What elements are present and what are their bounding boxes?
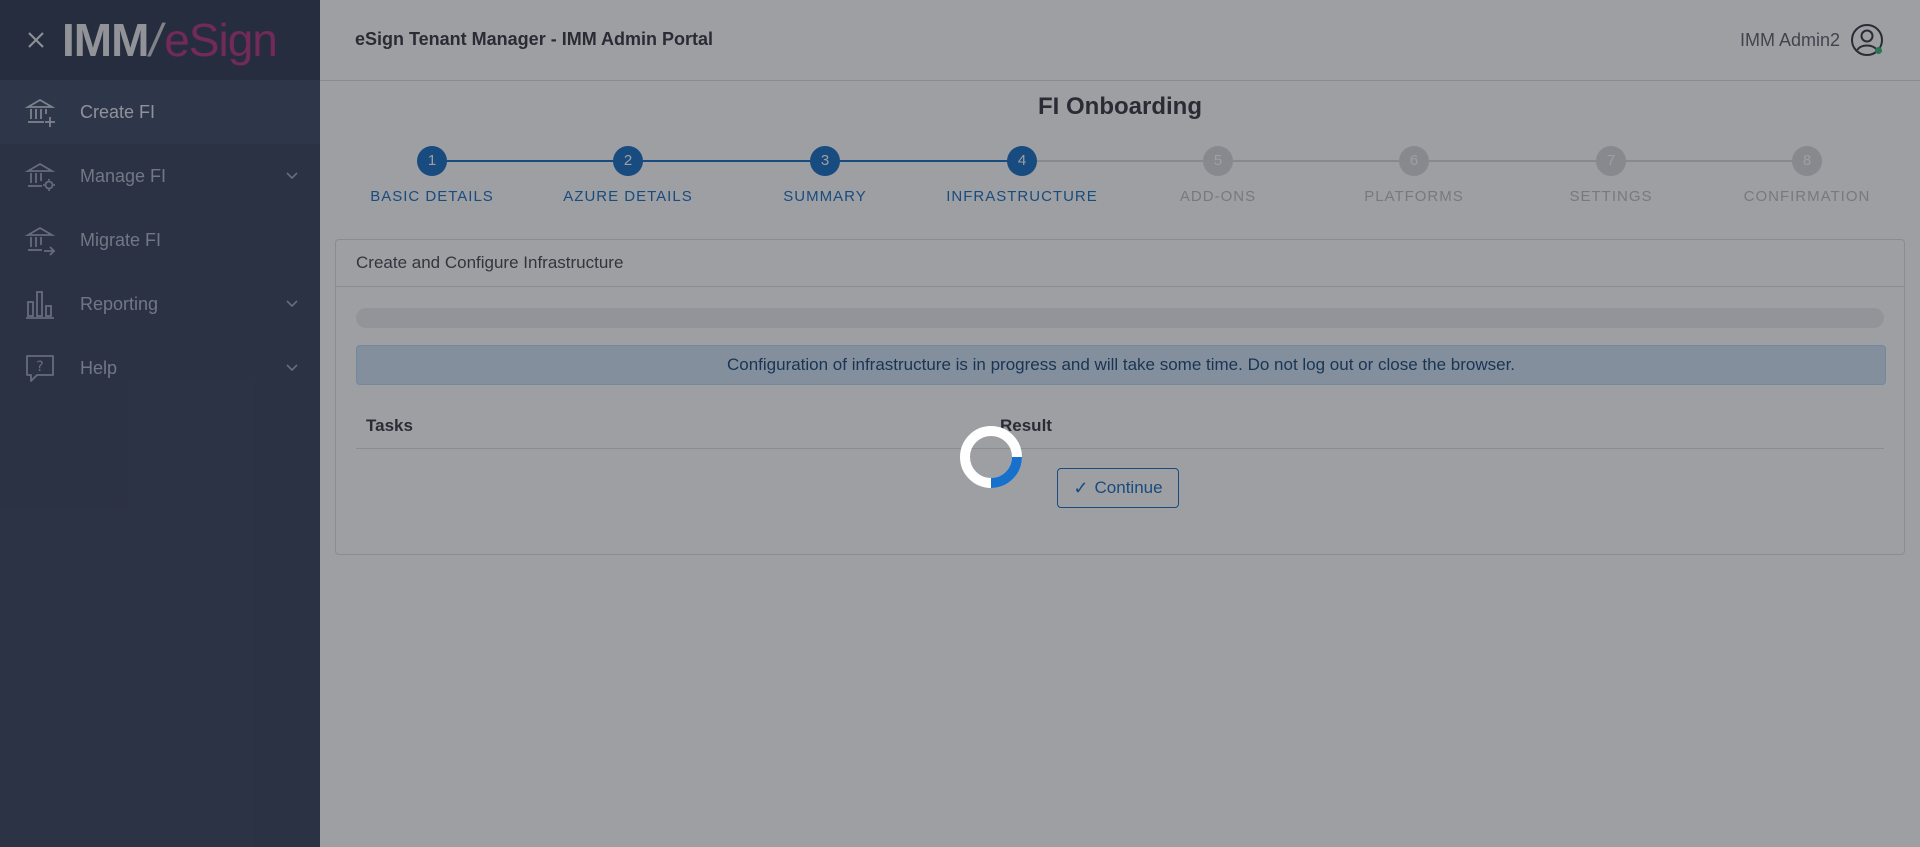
loading-overlay <box>0 0 1920 847</box>
loading-spinner-icon <box>960 426 1022 488</box>
